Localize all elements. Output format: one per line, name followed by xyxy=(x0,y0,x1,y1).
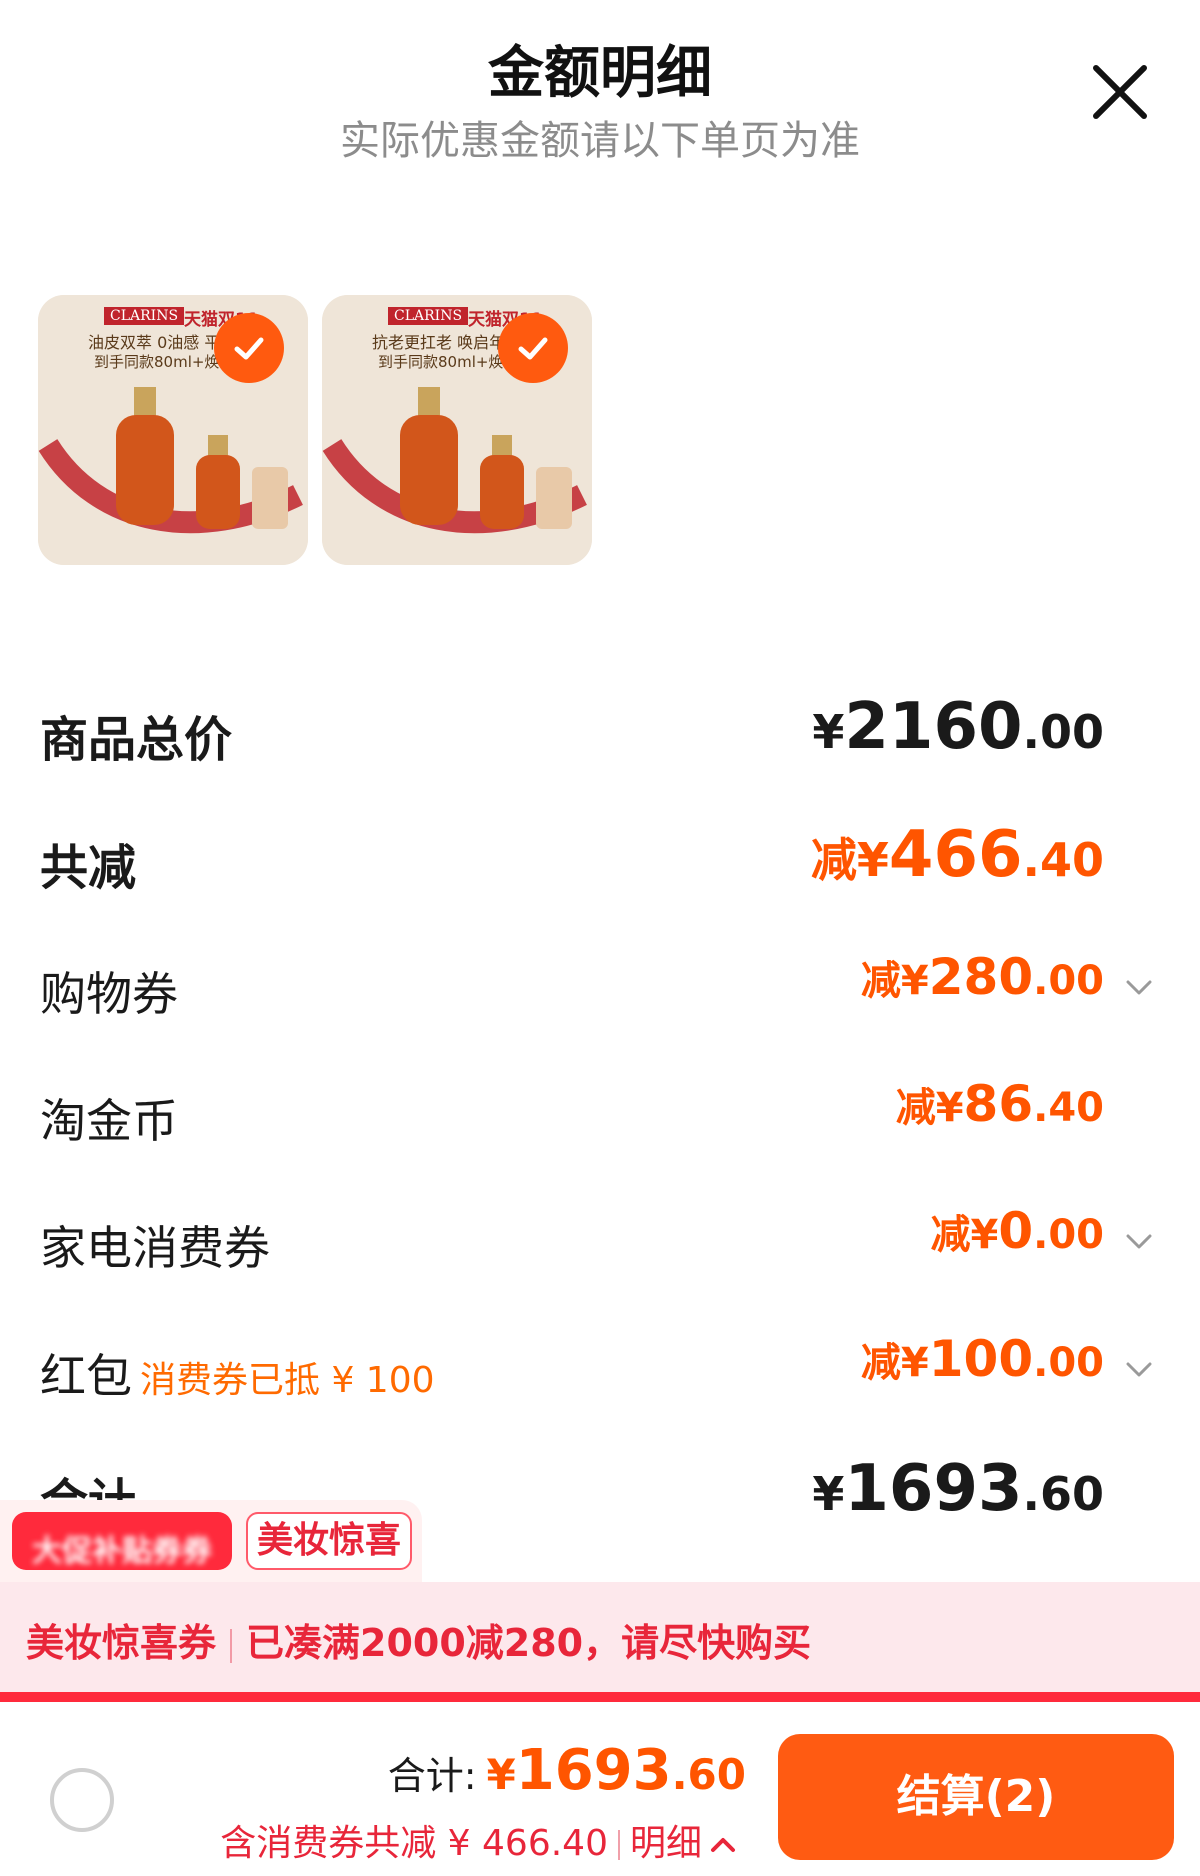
total-amount: ¥1693.60 xyxy=(812,1452,1104,1526)
shopping-coupon-row[interactable]: 购物券 减¥280.00 xyxy=(38,948,1152,1028)
product-thumbnail[interactable]: CLARINS 天猫双11 抗老更扛老 唤启年轻 到手同款80ml+焕 xyxy=(322,295,592,565)
discount-prefix: 减¥ xyxy=(895,1085,964,1131)
coupon-tag-strip: 大促补贴券券 美妆惊喜 xyxy=(0,1500,422,1582)
total-discount-row: 共减 减¥466.40 xyxy=(38,818,1148,898)
product-caption-2: 到手同款80ml+焕 xyxy=(378,353,504,371)
discount-prefix: 减¥ xyxy=(860,1340,929,1386)
product-caption-2: 到手同款80ml+焕 xyxy=(94,353,220,371)
appliance-coupon-label: 家电消费券 xyxy=(40,1221,270,1275)
checkout-button[interactable]: 结算(2) xyxy=(778,1734,1174,1860)
appliance-coupon-amount: 减¥0.00 xyxy=(931,1202,1105,1260)
taojin-coin-row: 淘金币 减¥86.40 xyxy=(38,1075,1148,1155)
chevron-up-icon xyxy=(711,1838,735,1852)
product-brand: CLARINS xyxy=(388,307,469,325)
shopping-coupon-amount: 减¥280.00 xyxy=(861,948,1104,1006)
red-packet-amount: 减¥100.00 xyxy=(861,1330,1104,1388)
selected-check-icon[interactable] xyxy=(498,313,568,383)
blurred-coupon-tag[interactable]: 大促补贴券券 xyxy=(12,1512,232,1570)
product-thumbnail[interactable]: CLARINS 天猫双11 油皮双萃 0油感 平 到手同款80ml+焕 xyxy=(38,295,308,565)
checkout-bar: 合计: ¥1693.60 含消费券共减 ¥ 466.40 明细 结算(2) xyxy=(0,1702,1200,1876)
product-brand: CLARINS xyxy=(104,307,185,325)
page-title: 金额明细 xyxy=(488,41,712,106)
discount-prefix: 减¥ xyxy=(810,833,889,887)
close-icon[interactable] xyxy=(1090,62,1150,122)
detail-link[interactable]: 明细 xyxy=(630,1823,738,1864)
amount-decimal: .00 xyxy=(1033,958,1104,1004)
amount-integer: 86 xyxy=(963,1075,1034,1133)
footer-total-label: 合计: xyxy=(387,1754,477,1798)
promo-message: 已凑满2000减280，请尽快购买 xyxy=(246,1621,812,1665)
currency-symbol: ¥ xyxy=(812,1467,845,1521)
promo-accent-line xyxy=(0,1692,1200,1702)
chevron-down-icon[interactable] xyxy=(1122,1352,1156,1386)
total-discount-amount: 减¥466.40 xyxy=(811,818,1104,892)
chevron-down-icon[interactable] xyxy=(1122,1224,1156,1258)
beauty-surprise-tag[interactable]: 美妆惊喜 xyxy=(246,1512,412,1570)
discount-summary-text: 含消费券共减 ¥ 466.40 xyxy=(220,1823,608,1864)
page-subtitle: 实际优惠金额请以下单页为准 xyxy=(340,118,860,164)
total-discount-label: 共减 xyxy=(40,840,137,896)
subtotal-row: 商品总价 ¥2160.00 xyxy=(38,690,1148,770)
amount-decimal: .40 xyxy=(1022,833,1105,887)
discount-prefix: 减¥ xyxy=(860,958,929,1004)
red-packet-label: 红包 xyxy=(40,1349,132,1403)
subtotal-label: 商品总价 xyxy=(40,712,233,768)
footer-total-amount: 合计: ¥1693.60 xyxy=(388,1738,746,1803)
currency-symbol: ¥ xyxy=(812,705,845,759)
taojin-coin-amount: 减¥86.40 xyxy=(896,1075,1104,1133)
promo-banner[interactable]: 美妆惊喜券 已凑满2000减280，请尽快购买 xyxy=(0,1582,1200,1692)
blurred-tag-text: 大促补贴券券 xyxy=(32,1534,212,1569)
amount-integer: 1693 xyxy=(844,1452,1023,1526)
amount-decimal: .00 xyxy=(1022,705,1105,759)
appliance-coupon-row[interactable]: 家电消费券 减¥0.00 xyxy=(38,1202,1152,1282)
product-caption: 油皮双萃 0油感 平 xyxy=(88,333,221,352)
currency-symbol: ¥ xyxy=(486,1750,516,1799)
amount-decimal: .60 xyxy=(1022,1467,1105,1521)
promo-divider xyxy=(230,1628,233,1663)
subtotal-amount: ¥2160.00 xyxy=(812,690,1104,764)
amount-decimal: .00 xyxy=(1033,1340,1104,1386)
selected-check-icon[interactable] xyxy=(214,313,284,383)
red-packet-note: 消费券已抵 ¥ 100 xyxy=(140,1360,435,1401)
detail-divider xyxy=(617,1830,620,1860)
promo-text: 美妆惊喜券 已凑满2000减280，请尽快购买 xyxy=(26,1612,811,1667)
amount-decimal: .00 xyxy=(1033,1212,1104,1258)
amount-integer: 466 xyxy=(888,818,1023,892)
amount-integer: 2160 xyxy=(844,690,1023,764)
promo-coupon-name: 美妆惊喜券 xyxy=(26,1621,217,1665)
amount-integer: 0 xyxy=(998,1202,1034,1260)
discount-prefix: 减¥ xyxy=(930,1212,999,1258)
amount-integer: 280 xyxy=(928,948,1034,1006)
red-packet-label-group: 红包 消费券已抵 ¥ 100 xyxy=(40,1340,435,1406)
amount-integer: 100 xyxy=(928,1330,1034,1388)
shopping-coupon-label: 购物券 xyxy=(40,967,178,1021)
taojin-coin-label: 淘金币 xyxy=(40,1094,178,1148)
detail-label: 明细 xyxy=(629,1823,702,1864)
amount-decimal: .40 xyxy=(1033,1085,1104,1131)
footer-discount-summary: 含消费券共减 ¥ 466.40 明细 xyxy=(220,1814,738,1866)
select-all-checkbox[interactable] xyxy=(50,1768,114,1832)
chevron-down-icon[interactable] xyxy=(1122,970,1156,1004)
amount-decimal: .60 xyxy=(671,1750,746,1799)
red-packet-row[interactable]: 红包 消费券已抵 ¥ 100 减¥100.00 xyxy=(38,1330,1152,1410)
amount-integer: 1693 xyxy=(515,1738,672,1803)
